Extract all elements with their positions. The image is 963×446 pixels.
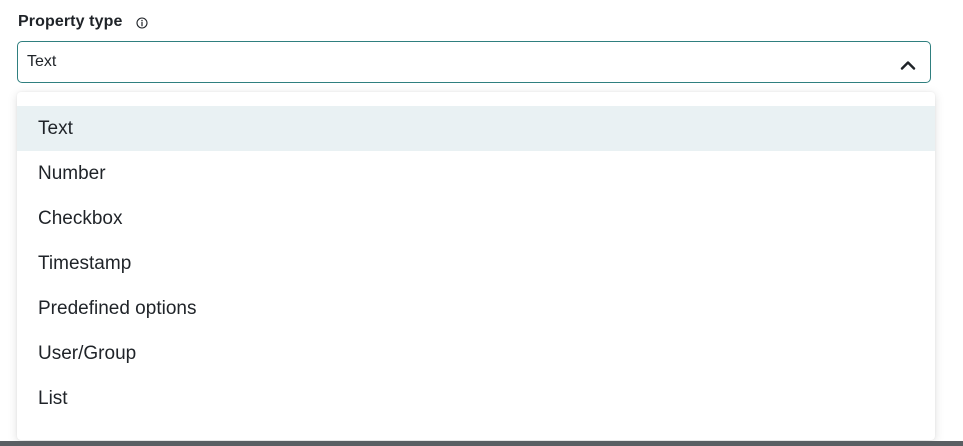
info-circle-icon[interactable] [136,16,149,29]
option-text[interactable]: Text [17,106,935,151]
option-checkbox[interactable]: Checkbox [17,196,935,241]
option-list[interactable]: List [17,376,935,421]
option-number[interactable]: Number [17,151,935,196]
property-type-dropdown-menu: Text Number Checkbox Timestamp Predefine… [17,92,935,440]
option-timestamp[interactable]: Timestamp [17,241,935,286]
selected-value: Text [27,53,57,70]
property-type-label: Property type [18,13,123,30]
option-user-group[interactable]: User/Group [17,331,935,376]
property-type-select[interactable]: Text [17,41,931,83]
option-predefined-options[interactable]: Predefined options [17,286,935,331]
property-type-label-row: Property type [18,11,149,33]
background-divider [0,441,963,446]
chevron-up-icon[interactable] [900,57,916,70]
